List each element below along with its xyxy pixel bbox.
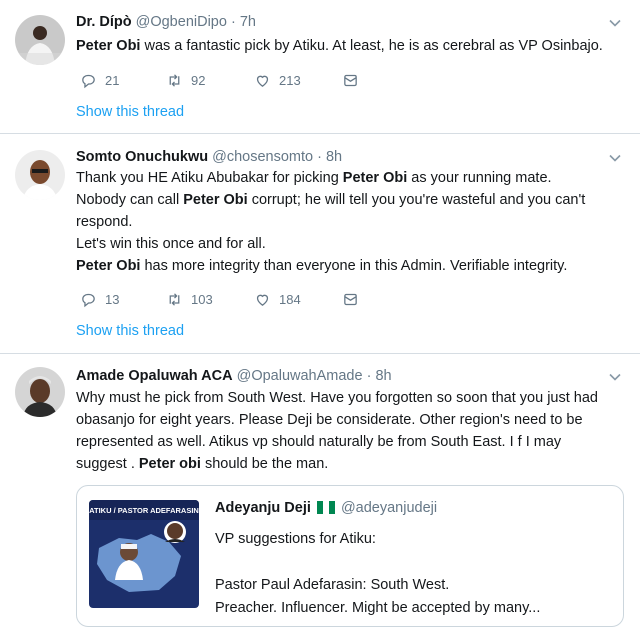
- text-segment: obasanjo for eight years. Please Deji be…: [76, 412, 583, 428]
- envelope-icon: [344, 74, 357, 87]
- tweet-line: represented as well. Atikus vp should na…: [76, 431, 624, 453]
- tweet-line: Thank you HE Atiku Abubakar for picking …: [76, 167, 624, 189]
- retweet-button[interactable]: 92: [166, 72, 205, 89]
- display-name[interactable]: Amade Opaluwah ACA: [76, 368, 233, 384]
- like-button[interactable]: 213: [254, 72, 301, 89]
- highlighted-name: Peter obi: [138, 456, 201, 472]
- chevron-down-icon[interactable]: [608, 370, 622, 384]
- direct-message-button[interactable]: [342, 291, 359, 308]
- reply-count: 13: [105, 292, 120, 307]
- like-button[interactable]: 184: [254, 291, 301, 308]
- quoted-line: VP suggestions for Atiku:: [215, 531, 376, 547]
- like-count: 213: [279, 73, 301, 88]
- tweet-line: suggest . Peter obi should be the man.: [76, 453, 624, 475]
- highlighted-name: Peter Obi: [342, 170, 408, 186]
- text-segment: corrupt; he will tell you you're wastefu…: [247, 192, 586, 208]
- quoted-tweet[interactable]: ATIKU / PASTOR ADEFARASIN Adeyanju Deji …: [76, 485, 624, 627]
- timestamp[interactable]: · 8h: [367, 368, 392, 384]
- text-segment: respond.: [76, 214, 133, 230]
- tweet-header: Somto Onuchukwu @chosensomto · 8h: [76, 148, 342, 166]
- text-segment: suggest .: [76, 456, 139, 472]
- heart-icon: [256, 294, 269, 306]
- highlighted-name: Peter Obi: [183, 192, 248, 208]
- handle[interactable]: @OpaluwahAmade: [237, 368, 363, 384]
- text-segment: as your running mate.: [407, 170, 552, 186]
- nigeria-flag-icon: [316, 501, 335, 514]
- tweet-line: Let's win this once and for all.: [76, 233, 624, 255]
- tweet-text: Thank you HE Atiku Abubakar for picking …: [76, 167, 624, 277]
- tweet-header: Amade Opaluwah ACA @OpaluwahAmade · 8h: [76, 367, 392, 385]
- timestamp[interactable]: · 7h: [231, 14, 256, 30]
- direct-message-button[interactable]: [342, 72, 359, 89]
- quoted-line: Pastor Paul Adefarasin: South West.: [215, 577, 450, 593]
- text-segment: Why must he pick from South West. Have y…: [76, 390, 598, 406]
- handle[interactable]: @chosensomto: [212, 149, 313, 165]
- image-caption: ATIKU / PASTOR ADEFARASIN: [89, 506, 199, 515]
- highlighted-name: Peter Obi: [76, 258, 141, 274]
- quoted-handle[interactable]: @adeyanjudeji: [341, 500, 437, 516]
- chevron-down-icon[interactable]: [608, 16, 622, 30]
- avatar[interactable]: [15, 150, 65, 200]
- show-thread-link[interactable]: Show this thread: [76, 323, 184, 339]
- text-segment: Let's win this once and for all.: [76, 236, 266, 252]
- retweet-button[interactable]: 103: [166, 291, 213, 308]
- tweet-line: respond.: [76, 211, 624, 233]
- quoted-line: Preacher. Influencer. Might be accepted …: [215, 600, 541, 616]
- show-thread-link[interactable]: Show this thread: [76, 104, 184, 120]
- tweet-line: Peter Obi has more integrity than everyo…: [76, 255, 624, 277]
- retweet-icon: [169, 74, 180, 87]
- chevron-down-icon[interactable]: [608, 151, 622, 165]
- quoted-tweet-header: Adeyanju Deji @adeyanjudeji: [215, 500, 437, 516]
- quoted-tweet-image[interactable]: ATIKU / PASTOR ADEFARASIN: [89, 500, 199, 608]
- text-segment: represented as well. Atikus vp should na…: [76, 434, 562, 450]
- reply-count: 21: [105, 73, 120, 88]
- tweet-line: Why must he pick from South West. Have y…: [76, 387, 624, 409]
- text-segment: Thank you HE Atiku Abubakar for picking: [76, 170, 343, 186]
- reply-button[interactable]: 21: [80, 72, 119, 89]
- reply-button[interactable]: 13: [80, 291, 119, 308]
- quoted-line: [215, 551, 615, 574]
- display-name[interactable]: Somto Onuchukwu: [76, 149, 208, 165]
- tweet[interactable]: Somto Onuchukwu @chosensomto · 8h Thank …: [0, 134, 640, 354]
- text-segment: was a fantastic pick by Atiku. At least,…: [140, 38, 603, 54]
- text-segment: should be the man.: [200, 456, 329, 472]
- retweet-count: 103: [191, 292, 213, 307]
- like-count: 184: [279, 292, 301, 307]
- tweet-text: Peter Obi was a fantastic pick by Atiku.…: [76, 35, 624, 57]
- tweet-text: Why must he pick from South West. Have y…: [76, 387, 624, 475]
- tweet-line: Peter Obi was a fantastic pick by Atiku.…: [76, 35, 624, 57]
- avatar[interactable]: [15, 15, 65, 65]
- text-segment: has more integrity than everyone in this…: [140, 258, 568, 274]
- tweet[interactable]: Dr. Dípò @OgbeniDipo · 7h Peter Obi was …: [0, 0, 640, 134]
- tweet-header: Dr. Dípò @OgbeniDipo · 7h: [76, 13, 256, 31]
- quoted-tweet-text: VP suggestions for Atiku: Pastor Paul Ad…: [215, 528, 615, 620]
- envelope-icon: [344, 293, 357, 306]
- quoted-display-name[interactable]: Adeyanju Deji: [215, 500, 311, 516]
- retweet-count: 92: [191, 73, 206, 88]
- timestamp[interactable]: · 8h: [317, 149, 342, 165]
- reply-icon: [82, 74, 95, 89]
- tweet-line: Nobody can call Peter Obi corrupt; he wi…: [76, 189, 624, 211]
- display-name[interactable]: Dr. Dípò: [76, 14, 132, 30]
- tweet-line: obasanjo for eight years. Please Deji be…: [76, 409, 624, 431]
- heart-icon: [256, 75, 269, 87]
- text-segment: Nobody can call: [76, 192, 184, 208]
- avatar[interactable]: [15, 367, 65, 417]
- reply-icon: [82, 293, 95, 308]
- highlighted-name: Peter Obi: [76, 38, 141, 54]
- handle[interactable]: @OgbeniDipo: [136, 14, 227, 30]
- retweet-icon: [169, 293, 180, 306]
